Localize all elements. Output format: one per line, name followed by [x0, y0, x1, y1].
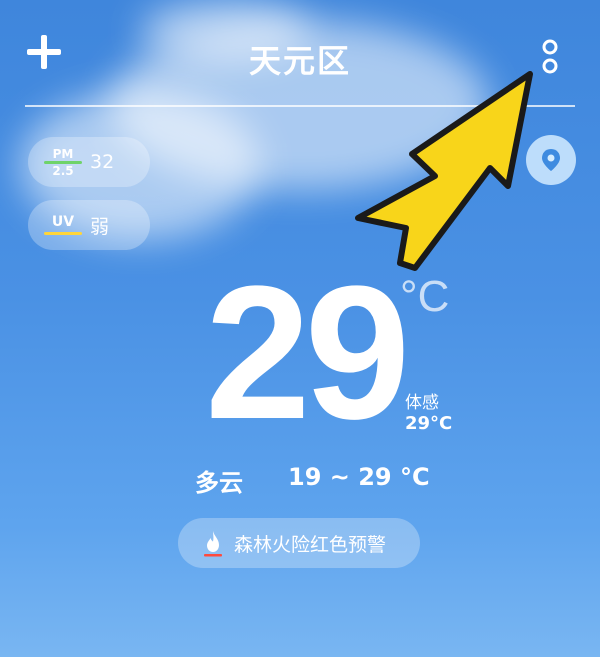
map-pin-icon	[542, 149, 560, 171]
feels-like-value: 29°C	[405, 413, 453, 434]
uv-pill[interactable]: UV 弱	[28, 200, 150, 250]
uv-label: UV	[44, 215, 82, 235]
current-temperature: 29	[205, 247, 410, 459]
temperature-range: 19 ~ 29 °C	[288, 463, 430, 491]
fire-icon	[204, 531, 222, 557]
pm25-label: PM 2.5	[44, 148, 82, 177]
uv-value: 弱	[90, 215, 110, 238]
pointer-arrow-icon	[355, 71, 533, 271]
alert-text: 森林火险红色预警	[234, 533, 387, 556]
pm25-value: 32	[90, 151, 115, 173]
pm25-pill[interactable]: PM 2.5 32	[28, 137, 150, 187]
feels-like-label: 体感	[405, 393, 439, 413]
weather-alert-button[interactable]: 森林火险红色预警	[178, 518, 420, 568]
more-button[interactable]	[538, 38, 562, 76]
weather-condition: 多云	[195, 469, 243, 497]
temperature-unit: °C	[400, 272, 450, 321]
